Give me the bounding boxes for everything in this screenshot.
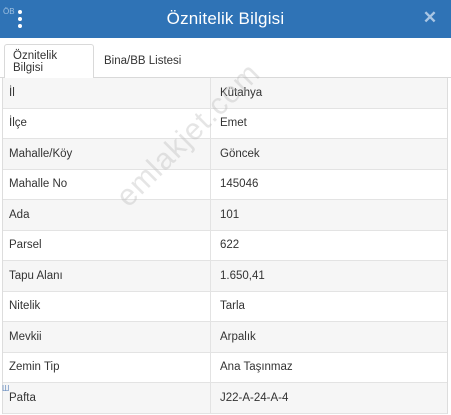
title-bar: ÖB Öznitelik Bilgisi ✕ [0,0,451,38]
attribute-key: Parsel [3,230,211,260]
attribute-value: Arpalık [220,330,256,343]
attribute-key: Mevkii [3,322,211,352]
vertical-dots-icon[interactable] [17,10,23,28]
attribute-value: 101 [220,208,240,221]
close-icon[interactable]: ✕ [422,9,438,27]
tab-label: Bina/BB Listesi [104,55,182,67]
attribute-key: Tapu Alanı [3,261,211,291]
attribute-value: 1.650,41 [220,269,265,282]
resize-handle[interactable]: Ш [2,384,9,393]
attribute-key: Mahalle No [3,169,211,199]
table-row: Nitelik Tarla [3,291,447,322]
tab-label: Öznitelik Bilgisi [13,49,58,74]
attribute-key: Nitelik [3,291,211,321]
attribute-value: Kütahya [220,86,263,99]
tab-building-list[interactable]: Bina/BB Listesi [96,44,189,78]
table-row: Mahalle No 145046 [3,169,447,200]
attribute-value: 145046 [220,178,259,191]
attribute-value: Ana Taşınmaz [220,361,293,374]
table-row: Tapu Alanı 1.650,41 [3,261,447,292]
corner-label: ÖB [3,7,15,16]
attribute-value: 622 [220,239,240,252]
attribute-key: İl [3,78,211,108]
attribute-key: Ada [3,200,211,230]
attribute-key: Pafta [3,383,211,413]
table-row: Mevkii Arpalık [3,322,447,353]
attribute-value: J22-A-24-A-4 [220,391,289,404]
attribute-key: İlçe [3,108,211,138]
window-title: Öznitelik Bilgisi [166,9,285,28]
table-row: Zemin Tip Ana Taşınmaz [3,352,447,383]
attribute-key: Mahalle/Köy [3,139,211,169]
table-row: Pafta J22-A-24-A-4 [3,383,447,414]
attribute-grid: İl Kütahya İlçe Emet Mahalle/Köy Göncek … [2,78,448,414]
table-row: Ada 101 [3,200,447,231]
attribute-value: Göncek [220,147,260,160]
table-row: İlçe Emet [3,108,447,139]
tab-attribute-info[interactable]: Öznitelik Bilgisi [4,44,94,79]
attribute-value: Emet [220,117,247,130]
table-row: Mahalle/Köy Göncek [3,139,447,170]
tab-bar: Öznitelik Bilgisi Bina/BB Listesi [0,38,451,79]
attribute-key: Zemin Tip [3,352,211,382]
table-row: İl Kütahya [3,78,447,109]
attribute-value: Tarla [220,300,245,313]
attribute-info-window: ÖB Öznitelik Bilgisi ✕ Öznitelik Bilgisi… [0,0,451,415]
table-row: Parsel 622 [3,230,447,261]
